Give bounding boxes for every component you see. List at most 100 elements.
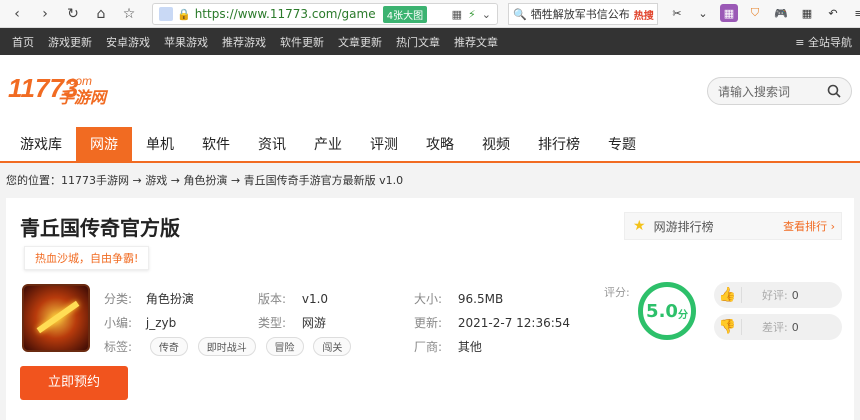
breadcrumb-separator: → xyxy=(132,174,142,187)
svg-text:手游网: 手游网 xyxy=(58,88,109,107)
info-category: 分类: 角色扮演 xyxy=(104,290,194,307)
category-label: 分类: xyxy=(104,292,133,306)
forward-icon[interactable]: › xyxy=(34,3,56,25)
menu-icon[interactable]: ≡ xyxy=(850,4,860,22)
big-image-badge[interactable]: 4张大图 xyxy=(382,5,428,23)
reload-icon[interactable]: ↻ xyxy=(62,3,84,25)
scissors-icon[interactable]: ✂ xyxy=(668,4,686,22)
bad-vote-button[interactable]: 👎 差评: 0 xyxy=(714,314,842,340)
tags-label: 标签: xyxy=(104,340,133,354)
score-ring: 5.0 分 xyxy=(638,282,696,340)
tag-legend[interactable]: 传奇 xyxy=(149,337,188,356)
category-value[interactable]: 角色扮演 xyxy=(146,292,194,306)
top-nav: 首页 游戏更新 安卓游戏 苹果游戏 推荐游戏 软件更新 文章更新 热门文章 推荐… xyxy=(0,28,860,55)
type-label: 类型: xyxy=(258,316,287,330)
thumbs-up-icon: 👍 xyxy=(714,287,742,303)
tag-levels[interactable]: 闯关 xyxy=(313,337,352,356)
tab-rankings[interactable]: 排行榜 xyxy=(524,127,594,161)
tag-adventure[interactable]: 冒险 xyxy=(265,337,304,356)
version-label: 版本: xyxy=(258,292,287,306)
topnav-article-update[interactable]: 文章更新 xyxy=(338,34,382,50)
info-editor: 小编: j_zyb xyxy=(104,314,176,331)
topnav-game-update[interactable]: 游戏更新 xyxy=(48,34,92,50)
home-icon[interactable]: ⌂ xyxy=(90,3,112,25)
topnav-hot-articles[interactable]: 热门文章 xyxy=(396,34,440,50)
browser-search-box[interactable]: 🔍 牺牲解放军书信公布 热搜 xyxy=(508,3,658,25)
browser-search-text: 牺牲解放军书信公布 xyxy=(530,8,630,21)
tab-news[interactable]: 资讯 xyxy=(244,127,300,161)
back-icon[interactable]: ‹ xyxy=(6,3,28,25)
shield-icon[interactable]: ⛉ xyxy=(746,4,764,22)
tag-realtime-combat[interactable]: 即时战斗 xyxy=(197,337,256,356)
search-icon: 🔍 xyxy=(513,7,527,21)
topnav-apple-games[interactable]: 苹果游戏 xyxy=(164,34,208,50)
menu-icon: ≡ xyxy=(795,35,808,49)
search-placeholder: 请输入搜索词 xyxy=(718,84,791,99)
undo-icon[interactable]: ↶ xyxy=(824,4,842,22)
tab-single-player[interactable]: 单机 xyxy=(132,127,188,161)
vendor-label: 厂商: xyxy=(414,340,443,354)
score-unit: 分 xyxy=(677,309,688,321)
online-game-ranking[interactable]: ★ 网游排行榜 查看排行 › xyxy=(624,212,842,240)
speed-icon[interactable]: ⚡ xyxy=(468,8,476,21)
game-icon-image xyxy=(22,284,90,352)
tab-topics[interactable]: 专题 xyxy=(594,127,650,161)
tab-reviews[interactable]: 评测 xyxy=(356,127,412,161)
browser-toolbar: ‹ › ↻ ⌂ ☆ 🔒 https://www.11773.com/game/q… xyxy=(0,0,860,28)
breadcrumb-games[interactable]: 游戏 xyxy=(145,174,167,187)
topnav-recommended-games[interactable]: 推荐游戏 xyxy=(222,34,266,50)
breadcrumb-site[interactable]: 11773手游网 xyxy=(61,174,129,187)
game-info-card: 青丘国传奇官方版 热血沙城，自由争霸! ★ 网游排行榜 查看排行 › 分类: 角… xyxy=(6,198,854,420)
tab-guides[interactable]: 攻略 xyxy=(412,127,468,161)
site-nav-menu[interactable]: ≡ 全站导航 xyxy=(795,34,852,50)
thumbs-down-icon: 👎 xyxy=(714,319,742,335)
site-nav-label: 全站导航 xyxy=(808,35,852,49)
lock-icon: 🔒 xyxy=(177,7,191,21)
address-bar[interactable]: 🔒 https://www.11773.com/game/qqgcq 4张大图 … xyxy=(152,3,498,25)
info-size: 大小: 96.5MB xyxy=(414,290,503,307)
view-ranking-link[interactable]: 查看排行 › xyxy=(783,218,835,234)
tab-game-library[interactable]: 游戏库 xyxy=(6,127,76,161)
tab-industry[interactable]: 产业 xyxy=(300,127,356,161)
score-label: 评分: xyxy=(604,286,630,299)
tab-videos[interactable]: 视频 xyxy=(468,127,524,161)
url-text[interactable]: https://www.11773.com/game/qqgcq xyxy=(195,7,375,21)
topnav-software-update[interactable]: 软件更新 xyxy=(280,34,324,50)
dropdown-chevron-icon[interactable]: ⌄ xyxy=(482,8,491,21)
tab-online-games[interactable]: 网游 xyxy=(76,127,132,161)
breadcrumb-rpg[interactable]: 角色扮演 xyxy=(183,174,227,187)
bookmark-star-icon[interactable]: ☆ xyxy=(118,3,140,25)
reader-icon[interactable]: ▦ xyxy=(452,8,462,21)
reserve-button[interactable]: 立即预约 xyxy=(20,366,128,400)
topnav-recommended-articles[interactable]: 推荐文章 xyxy=(454,34,498,50)
dropdown-icon[interactable]: ⌄ xyxy=(694,4,712,22)
star-icon: ★ xyxy=(633,218,646,234)
breadcrumb: 您的位置：11773手游网 → 游戏 → 角色扮演 → 青丘国传奇手游官方最新版… xyxy=(6,172,403,188)
tab-software[interactable]: 软件 xyxy=(188,127,244,161)
site-logo[interactable]: 11773 .com 手游网 xyxy=(8,71,118,113)
breadcrumb-prefix: 您的位置： xyxy=(6,174,61,187)
site-search-input[interactable]: 请输入搜索词 xyxy=(707,77,852,105)
logo-graphic: 11773 .com 手游网 xyxy=(8,73,109,107)
hot-search-badge[interactable]: 热搜 xyxy=(634,7,654,22)
info-version: 版本: v1.0 xyxy=(258,290,328,307)
good-vote-button[interactable]: 👍 好评: 0 xyxy=(714,282,842,308)
breadcrumb-current: 青丘国传奇手游官方最新版 v1.0 xyxy=(243,174,404,187)
game-slogan: 热血沙城，自由争霸! xyxy=(24,246,150,270)
search-icon[interactable] xyxy=(827,84,841,98)
info-update: 更新: 2021-2-7 12:36:54 xyxy=(414,314,570,331)
topnav-android-games[interactable]: 安卓游戏 xyxy=(106,34,150,50)
site-info-icon[interactable] xyxy=(159,7,173,21)
info-tags: 标签: 传奇 即时战斗 冒险 闯关 xyxy=(104,337,357,356)
topnav-home[interactable]: 首页 xyxy=(12,34,34,50)
svg-text:.com: .com xyxy=(66,74,92,88)
info-type: 类型: 网游 xyxy=(258,314,326,331)
game-icon[interactable]: 🎮 xyxy=(772,4,790,22)
good-count: 0 xyxy=(791,288,799,302)
grid-icon[interactable]: ▦ xyxy=(798,4,816,22)
size-label: 大小: xyxy=(414,292,443,306)
ranking-label: 网游排行榜 xyxy=(653,219,714,234)
type-value: 网游 xyxy=(301,316,326,330)
app-grid-icon[interactable]: ▦ xyxy=(720,4,738,22)
editor-label: 小编: xyxy=(104,316,133,330)
